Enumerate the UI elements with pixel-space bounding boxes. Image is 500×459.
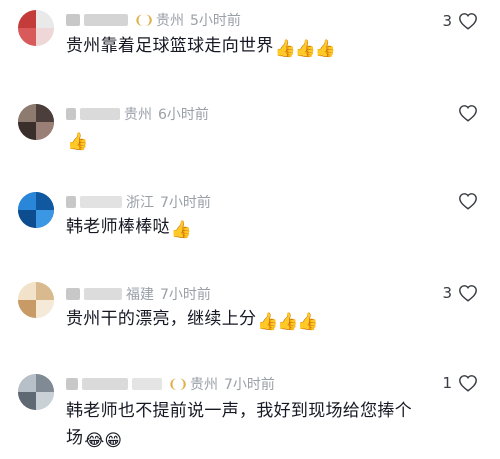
comment-meta: ❨❩ 贵州 5小时前 xyxy=(66,10,241,30)
location: 贵州 xyxy=(124,107,152,123)
timestamp: 7小时前 xyxy=(160,287,211,303)
comment-meta: 浙江 7小时前 xyxy=(66,192,211,212)
avatar[interactable] xyxy=(18,192,54,228)
username-redacted[interactable] xyxy=(84,288,122,300)
username-redacted[interactable] xyxy=(66,14,80,26)
like-count: 3 xyxy=(442,12,452,30)
tears-of-joy-emoji: 😂 xyxy=(84,431,105,451)
comment-text: 贵州干的漂亮，继续上分👍👍👍 xyxy=(66,309,319,332)
username-redacted[interactable] xyxy=(132,378,162,390)
thumbs-up-emoji: 👍 xyxy=(67,132,89,152)
comment-item: 福建 7小时前 贵州干的漂亮，继续上分👍👍👍 3 xyxy=(0,270,500,360)
avatar[interactable] xyxy=(18,374,54,410)
username-redacted[interactable] xyxy=(66,196,76,208)
heart-outline-icon xyxy=(459,105,477,122)
avatar[interactable] xyxy=(18,104,54,140)
username-redacted[interactable] xyxy=(82,378,128,390)
location: 贵州 xyxy=(156,13,184,29)
heart-outline-icon xyxy=(459,285,477,302)
username-redacted[interactable] xyxy=(66,378,78,390)
comment-meta: 福建 7小时前 xyxy=(66,284,211,304)
like-button[interactable]: 3 xyxy=(442,284,478,302)
timestamp: 5小时前 xyxy=(190,13,241,29)
username-redacted[interactable] xyxy=(66,108,76,120)
heart-outline-icon xyxy=(459,193,477,210)
thumbs-up-emoji: 👍 xyxy=(257,312,279,332)
heart-outline-icon xyxy=(459,375,477,392)
like-count: 3 xyxy=(442,284,452,302)
thumbs-up-emoji: 👍 xyxy=(170,220,193,240)
like-count: 1 xyxy=(442,374,452,392)
comment-text: 👍 xyxy=(66,126,430,153)
location: 贵州 xyxy=(190,377,218,393)
thumbs-up-emoji: 👍 xyxy=(294,39,317,59)
like-button[interactable] xyxy=(452,104,478,122)
comment-text: 贵州靠着足球篮球走向世界👍👍👍 xyxy=(66,36,337,59)
comment-item: 贵州 6小时前 👍 xyxy=(0,90,500,180)
thumbs-up-emoji: 👍 xyxy=(277,312,299,332)
username-redacted[interactable] xyxy=(84,14,128,26)
grinning-emoji: 😁 xyxy=(104,431,123,451)
username-redacted[interactable] xyxy=(80,196,122,208)
like-button[interactable] xyxy=(452,192,478,210)
comment-text: 韩老师也不提前说一声，我好到现场给您捧个 场😂😁 xyxy=(66,401,412,451)
thumbs-up-emoji: 👍 xyxy=(314,39,337,59)
thumbs-up-emoji: 👍 xyxy=(274,39,297,59)
timestamp: 6小时前 xyxy=(158,107,209,123)
comment-item: ❨❩ 贵州 5小时前 贵州靠着足球篮球走向世界👍👍👍 3 xyxy=(0,0,500,90)
comment-item: ❨❩ 贵州 7小时前 韩老师也不提前说一声，我好到现场给您捧个 场😂😁 1 xyxy=(0,360,500,459)
fan-badge-icon: ❨❩ xyxy=(168,377,189,391)
username-redacted[interactable] xyxy=(80,108,120,120)
avatar[interactable] xyxy=(18,10,54,46)
avatar[interactable] xyxy=(18,282,54,318)
timestamp: 7小时前 xyxy=(160,195,211,211)
timestamp: 7小时前 xyxy=(224,377,275,393)
like-button[interactable]: 3 xyxy=(442,12,478,30)
comment-item: 浙江 7小时前 韩老师棒棒哒👍 xyxy=(0,180,500,270)
heart-outline-icon xyxy=(459,13,477,30)
like-button[interactable]: 1 xyxy=(442,374,478,392)
username-redacted[interactable] xyxy=(66,288,80,300)
fan-badge-icon: ❨❩ xyxy=(134,13,155,27)
comment-meta: ❨❩ 贵州 7小时前 xyxy=(66,374,275,394)
comment-meta: 贵州 6小时前 xyxy=(66,104,209,124)
location: 浙江 xyxy=(126,195,154,211)
thumbs-up-emoji: 👍 xyxy=(297,312,319,332)
comment-text: 韩老师棒棒哒👍 xyxy=(66,217,193,240)
location: 福建 xyxy=(126,287,154,303)
